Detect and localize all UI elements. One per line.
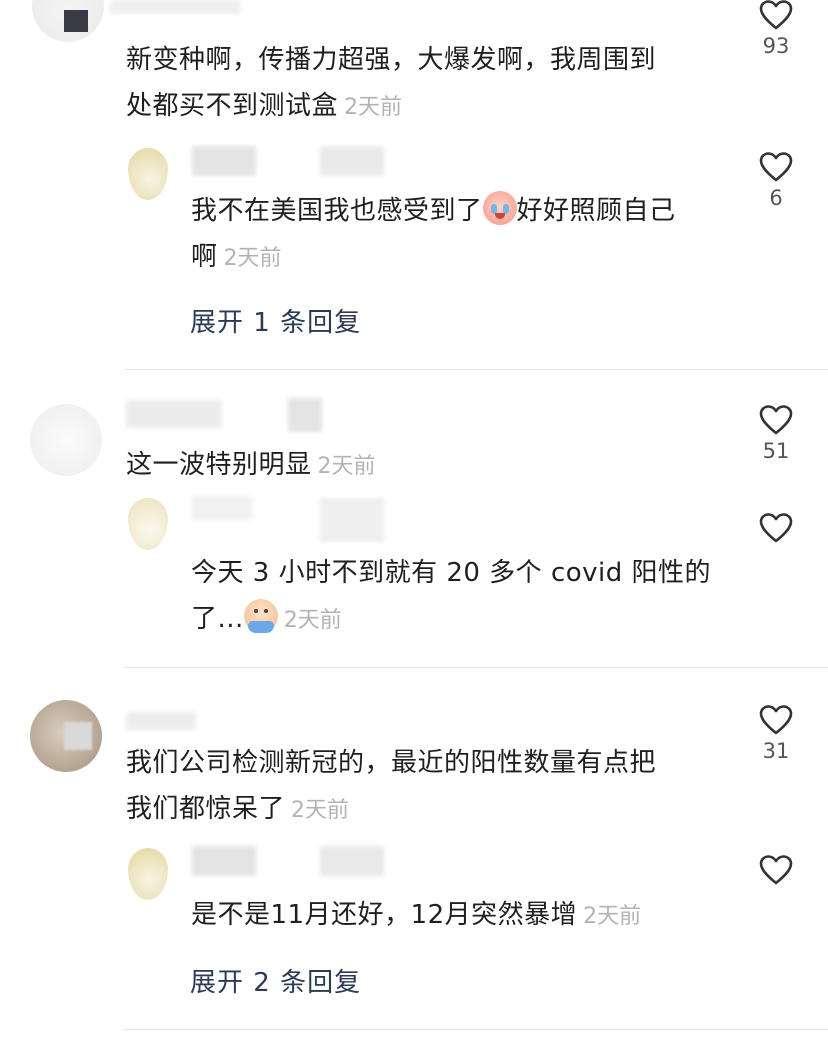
reply-timestamp: 2天前 bbox=[283, 608, 342, 633]
reply-text: 今天 3 小时不到就有 20 多个 covid 阳性的 了... 2天前 bbox=[191, 558, 712, 634]
heart-outline-icon bbox=[759, 0, 793, 30]
username-blurred bbox=[288, 398, 322, 432]
username-blurred bbox=[320, 498, 384, 542]
reply-text: 是不是11月还好，12月突然暴增 2天前 bbox=[191, 900, 642, 930]
username-blurred bbox=[192, 496, 252, 520]
commenter-avatar[interactable] bbox=[30, 700, 102, 772]
username-blurred bbox=[110, 0, 240, 14]
expand-replies-link[interactable]: 展开 1 条回复 bbox=[190, 302, 361, 339]
divider bbox=[124, 667, 828, 668]
like-count: 31 bbox=[762, 739, 790, 763]
heart-outline-icon bbox=[759, 705, 793, 735]
username-blurred bbox=[320, 146, 384, 176]
username-blurred bbox=[126, 712, 196, 730]
username-blurred bbox=[126, 400, 222, 428]
like-button[interactable]: 93 bbox=[746, 0, 806, 58]
reply-timestamp: 2天前 bbox=[223, 246, 282, 271]
commenter-avatar[interactable] bbox=[32, 0, 104, 42]
like-button[interactable]: 51 bbox=[746, 405, 806, 463]
heart-outline-icon bbox=[759, 855, 793, 885]
reply-timestamp: 2天前 bbox=[583, 904, 642, 929]
crying-face-emoji bbox=[482, 191, 517, 225]
like-count: 51 bbox=[762, 439, 790, 463]
scared-face-emoji bbox=[243, 599, 278, 633]
reply-text: 我不在美国我也感受到了 好好照顾自己 啊 2天前 bbox=[191, 188, 731, 282]
comment-timestamp: 2天前 bbox=[344, 95, 403, 120]
heart-outline-icon bbox=[759, 152, 793, 182]
reply-avatar[interactable] bbox=[128, 498, 168, 550]
heart-outline-icon bbox=[759, 513, 793, 543]
like-button[interactable]: 6 bbox=[746, 152, 806, 210]
expand-replies-link[interactable]: 展开 2 条回复 bbox=[190, 962, 361, 999]
comment-timestamp: 2天前 bbox=[317, 454, 376, 479]
like-count: 6 bbox=[769, 186, 783, 210]
reply-avatar[interactable] bbox=[128, 148, 168, 200]
like-button[interactable] bbox=[746, 513, 806, 547]
like-button[interactable]: 31 bbox=[746, 705, 806, 763]
username-blurred bbox=[192, 846, 256, 876]
divider bbox=[124, 1029, 828, 1030]
comment-text: 我们公司检测新冠的，最近的阳性数量有点把 我们都惊呆了 2天前 bbox=[126, 748, 657, 824]
comment-timestamp: 2天前 bbox=[291, 798, 350, 823]
comment-text: 这一波特别明显 2天前 bbox=[126, 450, 376, 480]
commenter-avatar[interactable] bbox=[30, 404, 102, 476]
reply-avatar[interactable] bbox=[128, 848, 168, 900]
divider bbox=[124, 369, 828, 370]
like-count: 93 bbox=[762, 34, 790, 58]
username-blurred bbox=[320, 846, 384, 876]
heart-outline-icon bbox=[759, 405, 793, 435]
username-blurred bbox=[192, 146, 256, 176]
comment-text: 新变种啊，传播力超强，大爆发啊，我周围到 处都买不到测试盒 2天前 bbox=[126, 45, 657, 121]
like-button[interactable] bbox=[746, 855, 806, 889]
